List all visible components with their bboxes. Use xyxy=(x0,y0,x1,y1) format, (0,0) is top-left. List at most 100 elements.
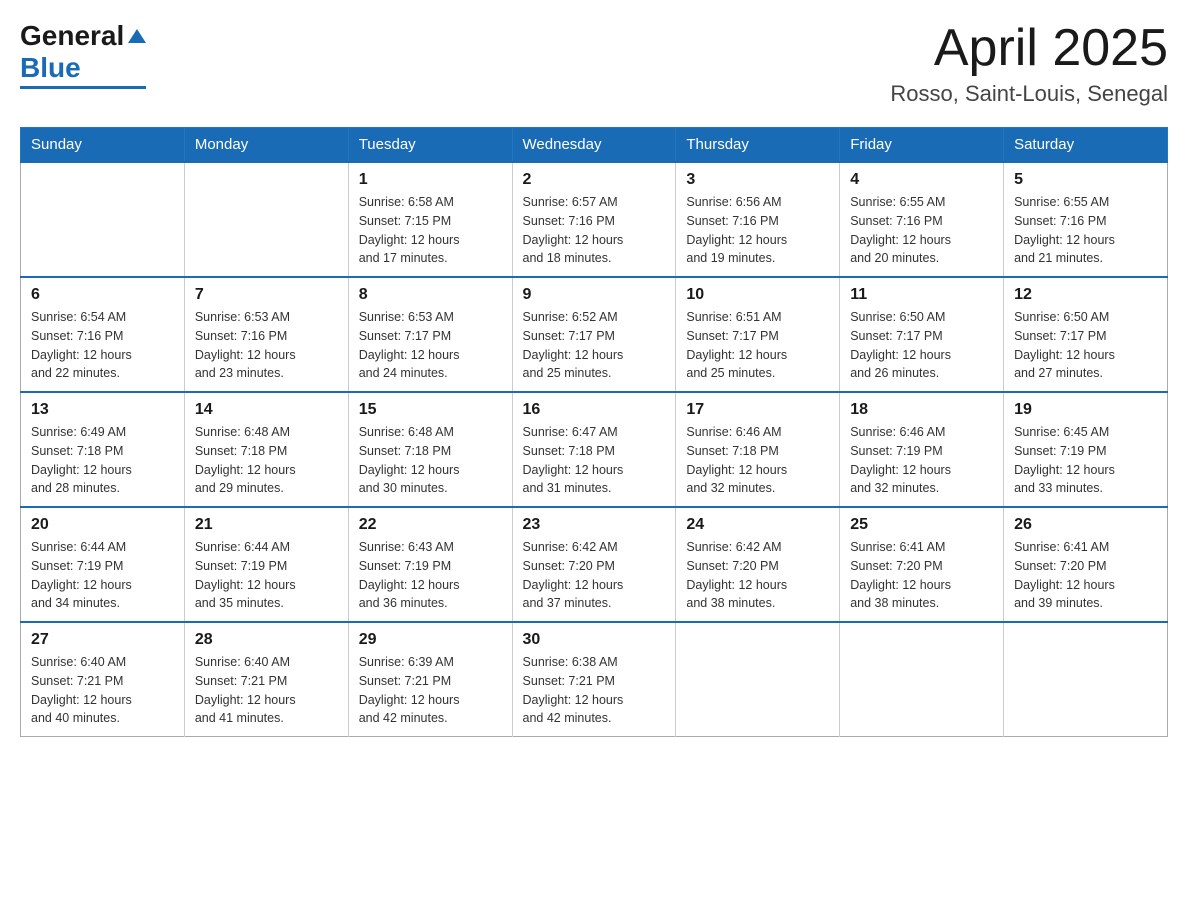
day-number-16: 16 xyxy=(523,401,666,419)
day-info-21: Sunrise: 6:44 AMSunset: 7:19 PMDaylight:… xyxy=(195,538,338,613)
calendar-cell-w3-d2: 14Sunrise: 6:48 AMSunset: 7:18 PMDayligh… xyxy=(184,392,348,507)
day-number-9: 9 xyxy=(523,286,666,304)
day-info-28: Sunrise: 6:40 AMSunset: 7:21 PMDaylight:… xyxy=(195,653,338,728)
day-number-6: 6 xyxy=(31,286,174,304)
calendar-cell-w4-d5: 24Sunrise: 6:42 AMSunset: 7:20 PMDayligh… xyxy=(676,507,840,622)
calendar-cell-w3-d1: 13 Sunrise: 6:49 AMSunset: 7:18 PMDayligh… xyxy=(21,392,185,507)
calendar-cell-w1-d3: 1Sunrise: 6:58 AMSunset: 7:15 PMDaylight… xyxy=(348,162,512,277)
calendar-cell-w2-d2: 7 Sunrise: 6:53 AMSunset: 7:16 PMDaylight… xyxy=(184,277,348,392)
day-info-4: Sunrise: 6:55 AMSunset: 7:16 PMDaylight:… xyxy=(850,193,993,268)
calendar-table: Sunday Monday Tuesday Wednesday Thursday… xyxy=(20,127,1168,737)
calendar-cell-w3-d7: 19Sunrise: 6:45 AMSunset: 7:19 PMDayligh… xyxy=(1004,392,1168,507)
day-info-20: Sunrise: 6:44 AMSunset: 7:19 PMDaylight:… xyxy=(31,538,174,613)
day-number-23: 23 xyxy=(523,516,666,534)
day-info-30: Sunrise: 6:38 AMSunset: 7:21 PMDaylight:… xyxy=(523,653,666,728)
day-number-28: 28 xyxy=(195,631,338,649)
day-info-13: Sunrise: 6:49 AMSunset: 7:18 PMDaylight:… xyxy=(31,423,174,498)
day-info-5: Sunrise: 6:55 AMSunset: 7:16 PMDaylight:… xyxy=(1014,193,1157,268)
calendar-cell-w1-d7: 5 Sunrise: 6:55 AMSunset: 7:16 PMDaylight… xyxy=(1004,162,1168,277)
day-number-17: 17 xyxy=(686,401,829,419)
calendar-cell-w1-d2 xyxy=(184,162,348,277)
calendar-cell-w1-d5: 3Sunrise: 6:56 AMSunset: 7:16 PMDaylight… xyxy=(676,162,840,277)
calendar-week-3: 13 Sunrise: 6:49 AMSunset: 7:18 PMDayligh… xyxy=(21,392,1168,507)
calendar-body: 1Sunrise: 6:58 AMSunset: 7:15 PMDaylight… xyxy=(21,162,1168,737)
day-number-8: 8 xyxy=(359,286,502,304)
day-number-22: 22 xyxy=(359,516,502,534)
location-subtitle: Rosso, Saint-Louis, Senegal xyxy=(890,81,1168,107)
calendar-cell-w4-d2: 21 Sunrise: 6:44 AMSunset: 7:19 PMDayligh… xyxy=(184,507,348,622)
calendar-cell-w4-d3: 22 Sunrise: 6:43 AMSunset: 7:19 PMDayligh… xyxy=(348,507,512,622)
logo: General Blue xyxy=(20,20,146,89)
day-info-23: Sunrise: 6:42 AMSunset: 7:20 PMDaylight:… xyxy=(523,538,666,613)
day-number-21: 21 xyxy=(195,516,338,534)
day-number-7: 7 xyxy=(195,286,338,304)
day-info-8: Sunrise: 6:53 AMSunset: 7:17 PMDaylight:… xyxy=(359,308,502,383)
day-info-18: Sunrise: 6:46 AMSunset: 7:19 PMDaylight:… xyxy=(850,423,993,498)
day-number-20: 20 xyxy=(31,516,174,534)
day-number-11: 11 xyxy=(850,286,993,304)
day-info-19: Sunrise: 6:45 AMSunset: 7:19 PMDaylight:… xyxy=(1014,423,1157,498)
logo-general-text: General xyxy=(20,20,124,52)
col-wednesday: Wednesday xyxy=(512,128,676,163)
day-number-26: 26 xyxy=(1014,516,1157,534)
calendar-cell-w5-d7 xyxy=(1004,622,1168,737)
day-number-5: 5 xyxy=(1014,171,1157,189)
title-section: April 2025 Rosso, Saint-Louis, Senegal xyxy=(890,20,1168,107)
col-thursday: Thursday xyxy=(676,128,840,163)
calendar-cell-w5-d4: 30 Sunrise: 6:38 AMSunset: 7:21 PMDayligh… xyxy=(512,622,676,737)
calendar-cell-w4-d7: 26 Sunrise: 6:41 AMSunset: 7:20 PMDayligh… xyxy=(1004,507,1168,622)
calendar-week-4: 20 Sunrise: 6:44 AMSunset: 7:19 PMDayligh… xyxy=(21,507,1168,622)
calendar-cell-w2-d5: 10Sunrise: 6:51 AMSunset: 7:17 PMDayligh… xyxy=(676,277,840,392)
day-info-10: Sunrise: 6:51 AMSunset: 7:17 PMDaylight:… xyxy=(686,308,829,383)
day-number-30: 30 xyxy=(523,631,666,649)
day-info-12: Sunrise: 6:50 AMSunset: 7:17 PMDaylight:… xyxy=(1014,308,1157,383)
calendar-cell-w2-d1: 6 Sunrise: 6:54 AMSunset: 7:16 PMDaylight… xyxy=(21,277,185,392)
calendar-cell-w4-d6: 25Sunrise: 6:41 AMSunset: 7:20 PMDayligh… xyxy=(840,507,1004,622)
day-number-24: 24 xyxy=(686,516,829,534)
calendar-cell-w4-d1: 20 Sunrise: 6:44 AMSunset: 7:19 PMDayligh… xyxy=(21,507,185,622)
col-monday: Monday xyxy=(184,128,348,163)
calendar-cell-w2-d7: 12 Sunrise: 6:50 AMSunset: 7:17 PMDayligh… xyxy=(1004,277,1168,392)
calendar-header: Sunday Monday Tuesday Wednesday Thursday… xyxy=(21,128,1168,163)
day-number-13: 13 xyxy=(31,401,174,419)
calendar-cell-w5-d3: 29Sunrise: 6:39 AMSunset: 7:21 PMDayligh… xyxy=(348,622,512,737)
logo-underline xyxy=(20,86,146,89)
calendar-cell-w5-d6 xyxy=(840,622,1004,737)
day-number-15: 15 xyxy=(359,401,502,419)
calendar-cell-w5-d5 xyxy=(676,622,840,737)
calendar-cell-w1-d4: 2Sunrise: 6:57 AMSunset: 7:16 PMDaylight… xyxy=(512,162,676,277)
day-number-25: 25 xyxy=(850,516,993,534)
day-info-2: Sunrise: 6:57 AMSunset: 7:16 PMDaylight:… xyxy=(523,193,666,268)
day-info-7: Sunrise: 6:53 AMSunset: 7:16 PMDaylight:… xyxy=(195,308,338,383)
day-info-6: Sunrise: 6:54 AMSunset: 7:16 PMDaylight:… xyxy=(31,308,174,383)
calendar-header-row: Sunday Monday Tuesday Wednesday Thursday… xyxy=(21,128,1168,163)
day-info-15: Sunrise: 6:48 AMSunset: 7:18 PMDaylight:… xyxy=(359,423,502,498)
day-info-22: Sunrise: 6:43 AMSunset: 7:19 PMDaylight:… xyxy=(359,538,502,613)
day-info-14: Sunrise: 6:48 AMSunset: 7:18 PMDaylight:… xyxy=(195,423,338,498)
month-year-title: April 2025 xyxy=(890,20,1168,77)
day-info-26: Sunrise: 6:41 AMSunset: 7:20 PMDaylight:… xyxy=(1014,538,1157,613)
calendar-cell-w5-d1: 27Sunrise: 6:40 AMSunset: 7:21 PMDayligh… xyxy=(21,622,185,737)
calendar-cell-w4-d4: 23 Sunrise: 6:42 AMSunset: 7:20 PMDayligh… xyxy=(512,507,676,622)
calendar-cell-w5-d2: 28 Sunrise: 6:40 AMSunset: 7:21 PMDayligh… xyxy=(184,622,348,737)
logo-blue-text: Blue xyxy=(20,52,81,84)
col-friday: Friday xyxy=(840,128,1004,163)
calendar-cell-w3-d3: 15 Sunrise: 6:48 AMSunset: 7:18 PMDayligh… xyxy=(348,392,512,507)
day-info-17: Sunrise: 6:46 AMSunset: 7:18 PMDaylight:… xyxy=(686,423,829,498)
day-number-18: 18 xyxy=(850,401,993,419)
day-number-4: 4 xyxy=(850,171,993,189)
calendar-cell-w2-d3: 8 Sunrise: 6:53 AMSunset: 7:17 PMDaylight… xyxy=(348,277,512,392)
day-info-29: Sunrise: 6:39 AMSunset: 7:21 PMDaylight:… xyxy=(359,653,502,728)
calendar-week-2: 6 Sunrise: 6:54 AMSunset: 7:16 PMDaylight… xyxy=(21,277,1168,392)
logo-triangle-icon xyxy=(128,27,146,50)
calendar-cell-w3-d6: 18 Sunrise: 6:46 AMSunset: 7:19 PMDayligh… xyxy=(840,392,1004,507)
calendar-cell-w1-d1 xyxy=(21,162,185,277)
col-saturday: Saturday xyxy=(1004,128,1168,163)
col-tuesday: Tuesday xyxy=(348,128,512,163)
calendar-week-1: 1Sunrise: 6:58 AMSunset: 7:15 PMDaylight… xyxy=(21,162,1168,277)
calendar-cell-w3-d4: 16Sunrise: 6:47 AMSunset: 7:18 PMDayligh… xyxy=(512,392,676,507)
page-header: General Blue April 2025 Rosso, Saint-Lou… xyxy=(20,20,1168,107)
day-number-12: 12 xyxy=(1014,286,1157,304)
calendar-cell-w1-d6: 4 Sunrise: 6:55 AMSunset: 7:16 PMDaylight… xyxy=(840,162,1004,277)
day-info-27: Sunrise: 6:40 AMSunset: 7:21 PMDaylight:… xyxy=(31,653,174,728)
